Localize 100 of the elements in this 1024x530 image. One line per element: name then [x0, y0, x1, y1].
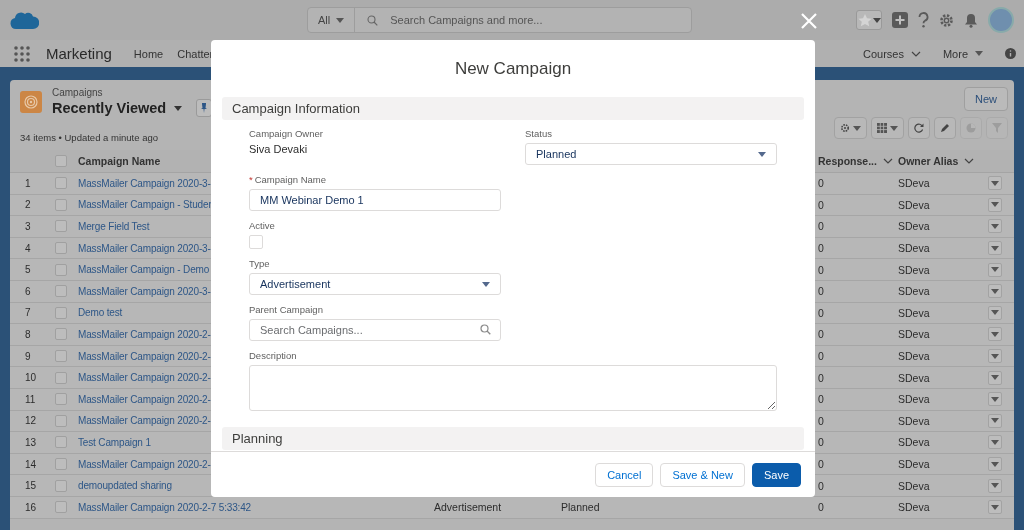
caret-icon: [873, 17, 881, 23]
close-icon[interactable]: [801, 13, 817, 29]
info-icon[interactable]: [1005, 48, 1016, 59]
favorites-button[interactable]: [856, 10, 882, 30]
campaign-link[interactable]: MassMailer Campaign 2020-2-: [78, 350, 211, 362]
toolbar-button[interactable]: [908, 117, 930, 139]
caret-icon: [991, 439, 999, 445]
checkbox[interactable]: [55, 479, 67, 492]
toolbar-button[interactable]: [934, 117, 956, 139]
input-field[interactable]: MM Webinar Demo 1: [249, 189, 501, 211]
plus-icon[interactable]: [892, 12, 908, 28]
row-actions-button[interactable]: [988, 392, 1002, 407]
row-actions-button[interactable]: [988, 435, 1002, 450]
campaign-link[interactable]: MassMailer Campaign 2020-2-: [78, 458, 211, 470]
column-header[interactable]: Owner Alias: [898, 155, 959, 167]
section-header[interactable]: Campaign Information: [222, 97, 804, 120]
campaign-link[interactable]: MassMailer Campaign 2020-3-: [78, 285, 211, 297]
campaign-link[interactable]: MassMailer Campaign 2020-2-: [78, 393, 211, 405]
row-actions-button[interactable]: [988, 197, 1002, 212]
checkbox[interactable]: [55, 393, 67, 406]
pencil-icon: [940, 123, 950, 133]
checkbox[interactable]: [55, 501, 67, 514]
campaign-link[interactable]: Demo test: [78, 307, 123, 319]
list-summary: 34 items • Updated a minute ago: [20, 132, 159, 143]
nav-tab[interactable]: More: [942, 47, 983, 60]
table-cell: SDeva: [898, 263, 930, 276]
row-actions-button[interactable]: [988, 176, 1002, 191]
column-header[interactable]: Campaign Name: [78, 155, 161, 167]
list-view-title[interactable]: Recently Viewed: [52, 100, 167, 116]
column-header[interactable]: Response...: [818, 155, 877, 167]
row-actions-button[interactable]: [988, 457, 1002, 471]
row-actions-button[interactable]: [988, 327, 1002, 342]
new-button[interactable]: New: [964, 87, 1008, 111]
bell-icon[interactable]: [964, 12, 978, 28]
search-field[interactable]: Search Campaigns and more...: [388, 13, 643, 27]
table-cell: Planned: [561, 501, 600, 514]
row-actions-button[interactable]: [988, 413, 1002, 428]
caret-icon: [991, 288, 999, 294]
row-actions-button[interactable]: [988, 500, 1002, 515]
checkbox[interactable]: [55, 458, 67, 470]
checkbox[interactable]: [55, 436, 67, 449]
table-cell: SDeva: [898, 414, 930, 427]
campaign-link[interactable]: MassMailer Campaign 2020-2-: [78, 415, 211, 427]
checkbox[interactable]: [55, 155, 67, 167]
star-icon: [857, 13, 873, 27]
campaign-link[interactable]: MassMailer Campaign 2020-2-7 5:33:42: [78, 501, 252, 513]
checkbox[interactable]: [55, 220, 67, 233]
campaign-link[interactable]: Test Campaign 1: [78, 436, 151, 448]
campaign-link[interactable]: MassMailer Campaign - Studer: [78, 199, 212, 211]
nav-tab[interactable]: Courses: [862, 47, 921, 60]
checkbox[interactable]: [55, 198, 67, 211]
table-cell: 0: [818, 242, 824, 255]
checkbox[interactable]: [55, 350, 67, 363]
campaign-link[interactable]: demoupdated sharing: [78, 480, 172, 492]
campaign-link[interactable]: MassMailer Campaign 2020-3-: [78, 242, 211, 254]
picklist-field[interactable]: Advertisement: [249, 273, 501, 295]
checkbox[interactable]: [55, 328, 67, 341]
campaign-link[interactable]: Merge Field Test: [78, 221, 150, 232]
table-cell: SDeva: [898, 306, 930, 319]
table-cell: 0: [818, 350, 824, 363]
checkbox[interactable]: [55, 263, 67, 276]
settings-icon[interactable]: [939, 12, 954, 28]
toolbar-button[interactable]: [834, 117, 867, 139]
campaign-link[interactable]: MassMailer Campaign 2020-2-: [78, 328, 211, 340]
picklist-field[interactable]: Planned: [525, 143, 777, 165]
app-launcher-icon[interactable]: [14, 45, 30, 62]
primary-button[interactable]: Save: [751, 462, 801, 487]
checkbox[interactable]: [55, 285, 67, 298]
secondary-button[interactable]: Cancel: [595, 462, 654, 487]
table-cell: SDeva: [898, 328, 930, 341]
pin-button[interactable]: [196, 99, 213, 117]
row-actions-button[interactable]: [988, 370, 1002, 385]
checkbox[interactable]: [55, 371, 67, 384]
row-actions-button[interactable]: [988, 219, 1002, 234]
section-header[interactable]: Planning: [222, 427, 804, 450]
textarea-field[interactable]: [249, 365, 777, 411]
campaign-link[interactable]: MassMailer Campaign 2020-2-: [78, 372, 211, 384]
row-actions-button[interactable]: [988, 349, 1002, 364]
secondary-button[interactable]: Save & New: [660, 462, 745, 487]
row-actions-button[interactable]: [988, 284, 1002, 299]
search-scope-dropdown[interactable]: All: [308, 8, 356, 32]
row-actions-button[interactable]: [988, 241, 1002, 256]
campaign-link[interactable]: MassMailer Campaign - Demo: [78, 264, 210, 276]
row-actions-button[interactable]: [988, 262, 1002, 277]
nav-tab[interactable]: Chatter: [177, 47, 214, 60]
nav-tab[interactable]: Home: [133, 47, 164, 60]
checkbox[interactable]: [55, 306, 67, 319]
search-field[interactable]: Search Campaigns...: [249, 319, 501, 341]
global-search-bar[interactable]: All Search Campaigns and more...: [307, 7, 692, 33]
campaign-link[interactable]: MassMailer Campaign 2020-3-: [78, 177, 211, 189]
checkbox[interactable]: [55, 177, 67, 190]
row-actions-button[interactable]: [988, 478, 1002, 493]
toolbar-button[interactable]: [871, 117, 904, 139]
search-icon: [480, 324, 491, 335]
refresh-icon: [914, 123, 924, 133]
checkbox[interactable]: [55, 414, 67, 427]
table-cell: 0: [818, 263, 824, 276]
help-icon[interactable]: [918, 12, 929, 28]
row-actions-button[interactable]: [988, 305, 1002, 320]
checkbox[interactable]: [55, 242, 67, 255]
